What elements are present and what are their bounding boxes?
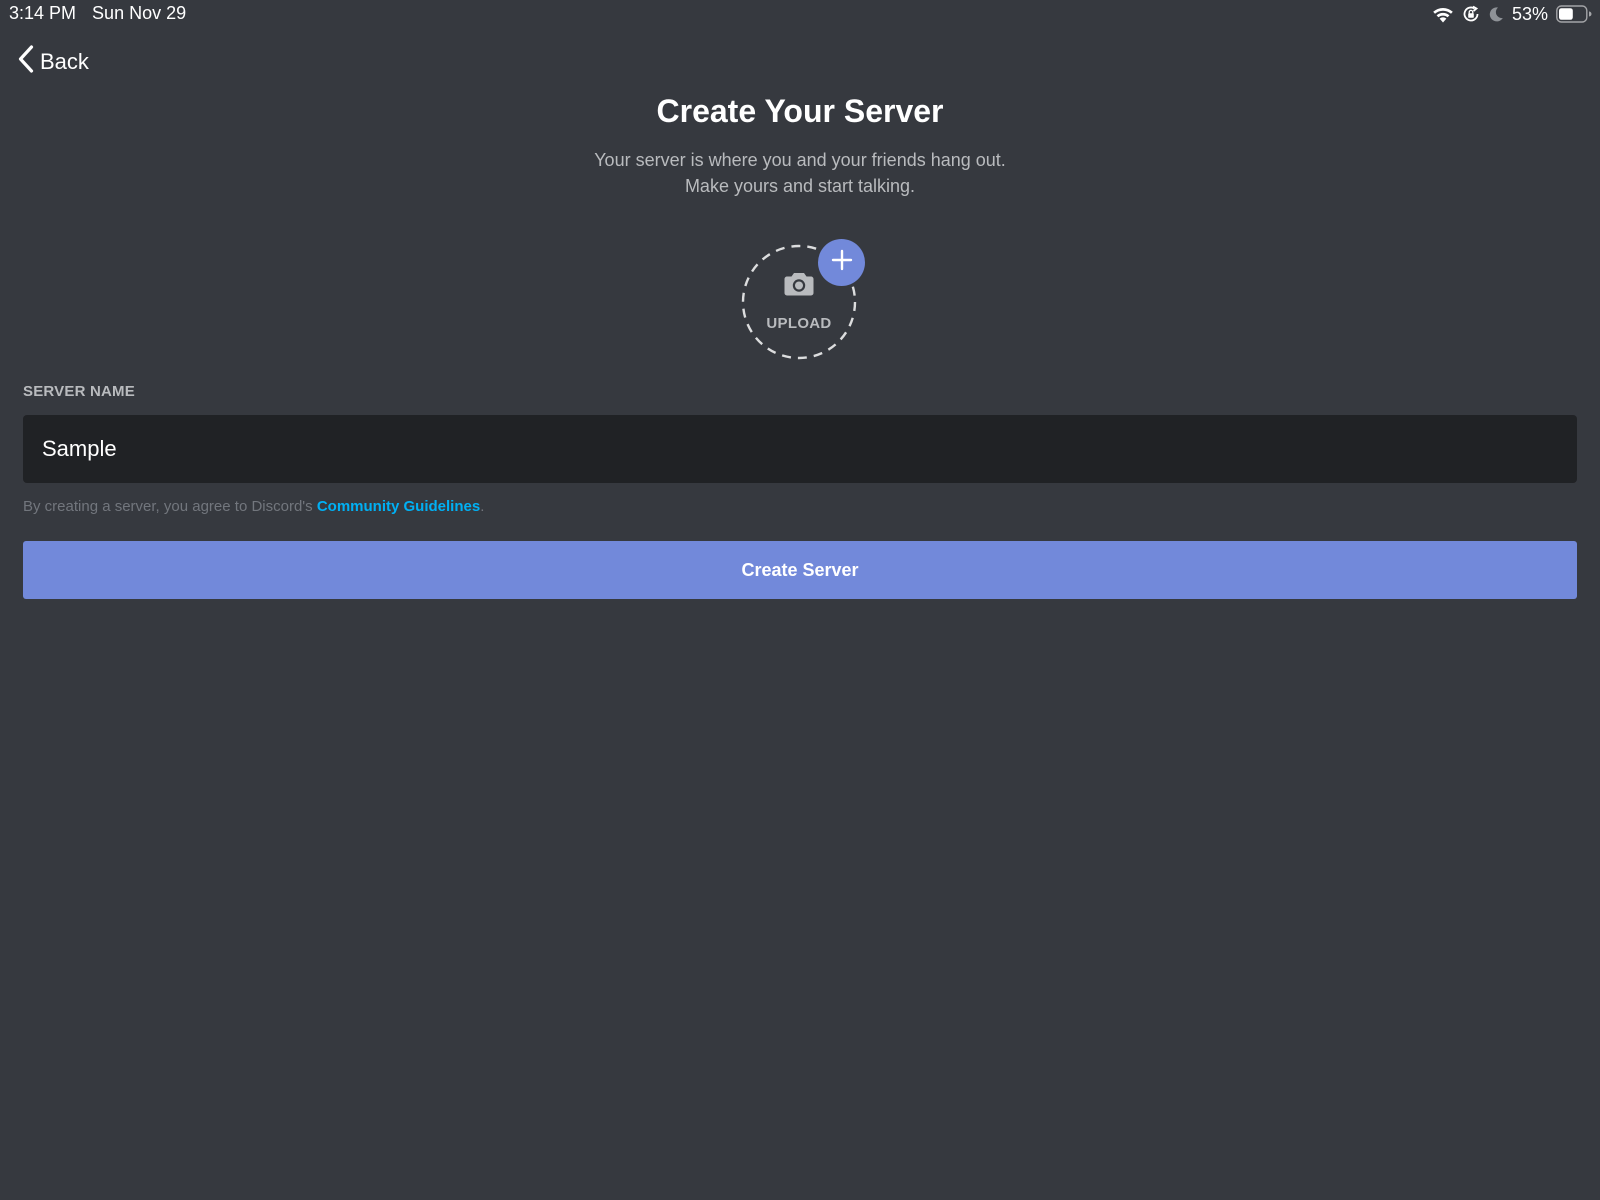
add-icon-button[interactable]: [818, 239, 865, 286]
status-bar: 3:14 PM Sun Nov 29 53%: [0, 0, 1600, 28]
orientation-lock-icon: [1462, 5, 1480, 23]
page-subtitle: Your server is where you and your friend…: [0, 147, 1600, 199]
wifi-icon: [1432, 6, 1454, 23]
plus-icon: [831, 249, 853, 276]
chevron-left-icon: [18, 45, 34, 78]
battery-percent: 53%: [1511, 3, 1548, 24]
status-time: 3:14 PM: [9, 3, 77, 23]
server-name-label: SERVER NAME: [23, 383, 135, 400]
server-name-input[interactable]: [23, 415, 1577, 483]
back-label: Back: [40, 48, 89, 74]
terms-text: By creating a server, you agree to Disco…: [23, 498, 317, 515]
subtitle-line-1: Your server is where you and your friend…: [594, 150, 1006, 170]
upload-label: UPLOAD: [766, 315, 832, 332]
status-indicators: 53%: [1432, 3, 1592, 25]
status-time-date: 3:14 PM Sun Nov 29: [9, 3, 186, 24]
terms-end: .: [480, 498, 485, 515]
subtitle-line-2: Make yours and start talking.: [684, 176, 916, 196]
terms-notice: By creating a server, you agree to Disco…: [23, 498, 484, 515]
battery-icon: [1556, 5, 1592, 23]
community-guidelines-link[interactable]: Community Guidelines: [317, 498, 480, 515]
camera-icon: [784, 271, 814, 302]
status-date: Sun Nov 29: [92, 3, 187, 23]
create-server-button[interactable]: Create Server: [23, 541, 1577, 599]
back-button[interactable]: Back: [18, 45, 89, 78]
page-title: Create Your Server: [656, 93, 944, 129]
moon-icon: [1488, 6, 1504, 23]
